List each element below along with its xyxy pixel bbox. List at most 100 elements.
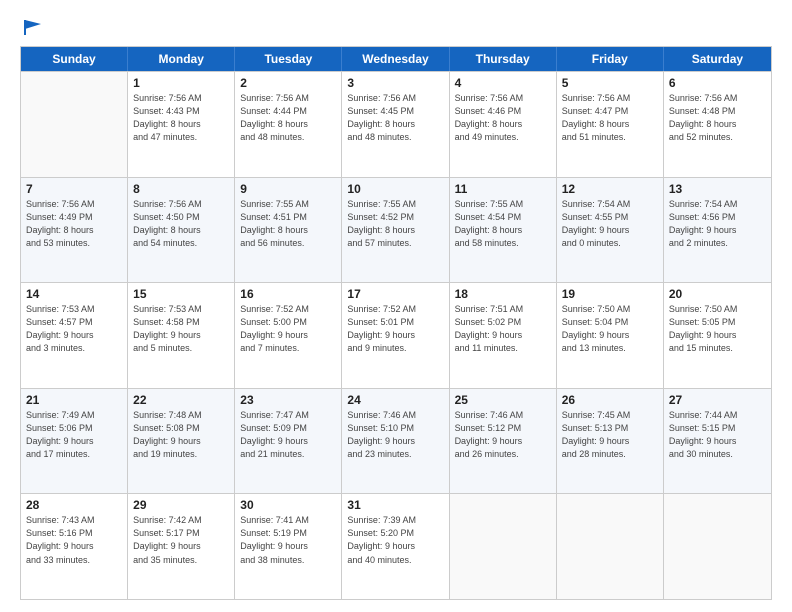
cell-info-text: Sunrise: 7:56 AMSunset: 4:48 PMDaylight:… — [669, 92, 766, 144]
calendar-cell — [664, 494, 771, 599]
calendar-cell: 21 Sunrise: 7:49 AMSunset: 5:06 PMDayligh… — [21, 389, 128, 494]
cell-info-text: Sunrise: 7:53 AMSunset: 4:58 PMDaylight:… — [133, 303, 229, 355]
calendar-cell: 14Sunrise: 7:53 AMSunset: 4:57 PMDayligh… — [21, 283, 128, 388]
header-day-sunday: Sunday — [21, 47, 128, 71]
cell-date-number: 3 — [347, 76, 443, 90]
cell-info-text: Sunrise: 7:56 AMSunset: 4:50 PMDaylight:… — [133, 198, 229, 250]
cell-info-text: Sunrise: 7:55 AMSunset: 4:52 PMDaylight:… — [347, 198, 443, 250]
calendar-row-3: 14Sunrise: 7:53 AMSunset: 4:57 PMDayligh… — [21, 282, 771, 388]
cell-date-number: 26 — [562, 393, 658, 407]
calendar-header: SundayMondayTuesdayWednesdayThursdayFrid… — [21, 47, 771, 71]
cell-date-number: 5 — [562, 76, 658, 90]
cell-date-number: 16 — [240, 287, 336, 301]
calendar-cell — [557, 494, 664, 599]
cell-info-text: Sunrise: 7:56 AMSunset: 4:46 PMDaylight:… — [455, 92, 551, 144]
calendar-row-5: 28 Sunrise: 7:43 AMSunset: 5:16 PMDayligh… — [21, 493, 771, 599]
cell-info-text: Sunrise: 7:52 AMSunset: 5:00 PMDaylight:… — [240, 303, 336, 355]
cell-info-text: Sunrise: 7:46 AMSunset: 5:12 PMDaylight:… — [455, 409, 551, 461]
calendar-cell: 26 Sunrise: 7:45 AMSunset: 5:13 PMDayligh… — [557, 389, 664, 494]
cell-date-number: 1 — [133, 76, 229, 90]
calendar-cell: 11 Sunrise: 7:55 AMSunset: 4:54 PMDayligh… — [450, 178, 557, 283]
cell-info-text: Sunrise: 7:43 AMSunset: 5:16 PMDaylight:… — [26, 514, 122, 566]
calendar-cell: 18 Sunrise: 7:51 AMSunset: 5:02 PMDayligh… — [450, 283, 557, 388]
calendar-cell: 2 Sunrise: 7:56 AMSunset: 4:44 PMDaylight… — [235, 72, 342, 177]
calendar-cell: 27Sunrise: 7:44 AMSunset: 5:15 PMDayligh… — [664, 389, 771, 494]
cell-date-number: 13 — [669, 182, 766, 196]
cell-info-text: Sunrise: 7:51 AMSunset: 5:02 PMDaylight:… — [455, 303, 551, 355]
cell-date-number: 4 — [455, 76, 551, 90]
calendar-cell: 12Sunrise: 7:54 AMSunset: 4:55 PMDayligh… — [557, 178, 664, 283]
calendar-cell: 29 Sunrise: 7:42 AMSunset: 5:17 PMDayligh… — [128, 494, 235, 599]
cell-date-number: 7 — [26, 182, 122, 196]
cell-info-text: Sunrise: 7:56 AMSunset: 4:43 PMDaylight:… — [133, 92, 229, 144]
cell-date-number: 24 — [347, 393, 443, 407]
cell-date-number: 8 — [133, 182, 229, 196]
cell-date-number: 18 — [455, 287, 551, 301]
cell-info-text: Sunrise: 7:49 AMSunset: 5:06 PMDaylight:… — [26, 409, 122, 461]
header-day-friday: Friday — [557, 47, 664, 71]
calendar-cell: 15 Sunrise: 7:53 AMSunset: 4:58 PMDayligh… — [128, 283, 235, 388]
calendar-cell — [21, 72, 128, 177]
header-day-thursday: Thursday — [450, 47, 557, 71]
cell-date-number: 14 — [26, 287, 122, 301]
cell-date-number: 22 — [133, 393, 229, 407]
cell-date-number: 9 — [240, 182, 336, 196]
calendar-cell: 30 Sunrise: 7:41 AMSunset: 5:19 PMDayligh… — [235, 494, 342, 599]
cell-info-text: Sunrise: 7:39 AMSunset: 5:20 PMDaylight:… — [347, 514, 443, 566]
cell-date-number: 19 — [562, 287, 658, 301]
cell-info-text: Sunrise: 7:46 AMSunset: 5:10 PMDaylight:… — [347, 409, 443, 461]
cell-info-text: Sunrise: 7:50 AMSunset: 5:04 PMDaylight:… — [562, 303, 658, 355]
calendar-cell: 8 Sunrise: 7:56 AMSunset: 4:50 PMDaylight… — [128, 178, 235, 283]
logo — [20, 18, 44, 36]
calendar-cell: 6 Sunrise: 7:56 AMSunset: 4:48 PMDaylight… — [664, 72, 771, 177]
calendar: SundayMondayTuesdayWednesdayThursdayFrid… — [20, 46, 772, 600]
calendar-row-1: 1 Sunrise: 7:56 AMSunset: 4:43 PMDaylight… — [21, 71, 771, 177]
header-day-wednesday: Wednesday — [342, 47, 449, 71]
calendar-cell — [450, 494, 557, 599]
calendar-cell: 5 Sunrise: 7:56 AMSunset: 4:47 PMDaylight… — [557, 72, 664, 177]
calendar-cell: 10Sunrise: 7:55 AMSunset: 4:52 PMDayligh… — [342, 178, 449, 283]
logo-flag-icon — [21, 18, 43, 36]
cell-info-text: Sunrise: 7:52 AMSunset: 5:01 PMDaylight:… — [347, 303, 443, 355]
cell-info-text: Sunrise: 7:41 AMSunset: 5:19 PMDaylight:… — [240, 514, 336, 566]
calendar-cell: 24 Sunrise: 7:46 AMSunset: 5:10 PMDayligh… — [342, 389, 449, 494]
calendar-cell: 16 Sunrise: 7:52 AMSunset: 5:00 PMDayligh… — [235, 283, 342, 388]
cell-date-number: 25 — [455, 393, 551, 407]
cell-info-text: Sunrise: 7:55 AMSunset: 4:51 PMDaylight:… — [240, 198, 336, 250]
cell-info-text: Sunrise: 7:44 AMSunset: 5:15 PMDaylight:… — [669, 409, 766, 461]
cell-info-text: Sunrise: 7:45 AMSunset: 5:13 PMDaylight:… — [562, 409, 658, 461]
calendar-cell: 22Sunrise: 7:48 AMSunset: 5:08 PMDayligh… — [128, 389, 235, 494]
calendar-cell: 19 Sunrise: 7:50 AMSunset: 5:04 PMDayligh… — [557, 283, 664, 388]
calendar-cell: 7Sunrise: 7:56 AMSunset: 4:49 PMDaylight… — [21, 178, 128, 283]
cell-info-text: Sunrise: 7:42 AMSunset: 5:17 PMDaylight:… — [133, 514, 229, 566]
cell-info-text: Sunrise: 7:56 AMSunset: 4:47 PMDaylight:… — [562, 92, 658, 144]
cell-info-text: Sunrise: 7:54 AMSunset: 4:56 PMDaylight:… — [669, 198, 766, 250]
calendar-cell: 20 Sunrise: 7:50 AMSunset: 5:05 PMDayligh… — [664, 283, 771, 388]
cell-date-number: 28 — [26, 498, 122, 512]
cell-date-number: 30 — [240, 498, 336, 512]
calendar-cell: 31 Sunrise: 7:39 AMSunset: 5:20 PMDayligh… — [342, 494, 449, 599]
page: SundayMondayTuesdayWednesdayThursdayFrid… — [0, 0, 792, 612]
cell-date-number: 17 — [347, 287, 443, 301]
cell-info-text: Sunrise: 7:55 AMSunset: 4:54 PMDaylight:… — [455, 198, 551, 250]
calendar-cell: 9 Sunrise: 7:55 AMSunset: 4:51 PMDaylight… — [235, 178, 342, 283]
calendar-cell: 3Sunrise: 7:56 AMSunset: 4:45 PMDaylight… — [342, 72, 449, 177]
cell-date-number: 20 — [669, 287, 766, 301]
cell-date-number: 2 — [240, 76, 336, 90]
cell-date-number: 21 — [26, 393, 122, 407]
cell-info-text: Sunrise: 7:50 AMSunset: 5:05 PMDaylight:… — [669, 303, 766, 355]
calendar-cell: 25 Sunrise: 7:46 AMSunset: 5:12 PMDayligh… — [450, 389, 557, 494]
calendar-row-4: 21 Sunrise: 7:49 AMSunset: 5:06 PMDayligh… — [21, 388, 771, 494]
calendar-cell: 23Sunrise: 7:47 AMSunset: 5:09 PMDayligh… — [235, 389, 342, 494]
header-day-saturday: Saturday — [664, 47, 771, 71]
calendar-cell: 17 Sunrise: 7:52 AMSunset: 5:01 PMDayligh… — [342, 283, 449, 388]
cell-date-number: 31 — [347, 498, 443, 512]
calendar-cell: 28 Sunrise: 7:43 AMSunset: 5:16 PMDayligh… — [21, 494, 128, 599]
calendar-cell: 13 Sunrise: 7:54 AMSunset: 4:56 PMDayligh… — [664, 178, 771, 283]
cell-date-number: 11 — [455, 182, 551, 196]
cell-date-number: 15 — [133, 287, 229, 301]
cell-date-number: 6 — [669, 76, 766, 90]
cell-info-text: Sunrise: 7:56 AMSunset: 4:44 PMDaylight:… — [240, 92, 336, 144]
cell-date-number: 29 — [133, 498, 229, 512]
header-day-monday: Monday — [128, 47, 235, 71]
